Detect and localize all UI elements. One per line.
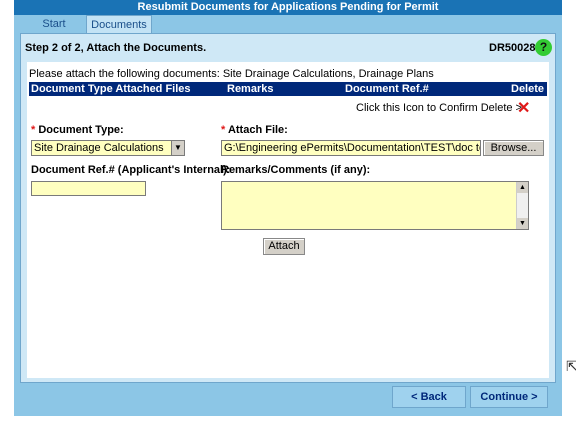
document-type-select[interactable]: Site Drainage Calculations ▼ [31,140,185,156]
tab-documents[interactable]: Documents [86,15,152,33]
remarks-textarea[interactable]: ▲ ▼ [221,181,529,230]
doc-ref-label: Document Ref.# (Applicant's Internal): [31,164,231,176]
attach-file-input[interactable]: G:\Engineering ePermits\Documentation\TE… [221,140,481,156]
attach-file-label: * Attach File: [221,124,288,136]
column-header-remarks: Remarks [227,83,274,95]
instruction-text: Please attach the following documents: S… [29,68,434,80]
chevron-down-icon: ▼ [171,141,184,155]
browse-button[interactable]: Browse... [483,140,544,156]
reference-code: DR50028 [489,42,536,54]
confirm-delete-hint: Click this Icon to Confirm Delete > [356,102,522,114]
column-header-document-ref: Document Ref.# [345,83,429,95]
required-marker: * [31,124,36,136]
column-header-delete: Delete [511,83,545,95]
column-header-document-type: Document Type Attached Files [31,83,191,95]
step-title: Step 2 of 2, Attach the Documents. [25,42,207,54]
step-panel: Step 2 of 2, Attach the Documents. DR500… [20,33,556,383]
tab-start[interactable]: Start [22,15,86,33]
scroll-down-icon[interactable]: ▼ [517,218,528,229]
attached-files-table-header: Document Type Attached Files Remarks Doc… [29,82,547,96]
remarks-scrollbar[interactable]: ▲ ▼ [516,182,528,229]
attach-button[interactable]: Attach [263,238,305,255]
remarks-label: Remarks/Comments (if any): [221,164,371,176]
document-type-label: * Document Type: [31,124,124,136]
doc-ref-input[interactable] [31,181,146,196]
continue-button[interactable]: Continue > [470,386,548,408]
mouse-cursor-icon: ⇱ [566,358,576,374]
document-form: Please attach the following documents: S… [27,62,549,378]
help-icon[interactable]: ? [535,39,552,56]
app-window: Resubmit Documents for Applications Pend… [14,0,562,416]
required-marker: * [221,124,226,136]
back-button[interactable]: < Back [392,386,466,408]
window-title: Resubmit Documents for Applications Pend… [14,0,562,15]
delete-x-icon[interactable]: ✕ [517,98,530,118]
scroll-up-icon[interactable]: ▲ [517,182,528,193]
